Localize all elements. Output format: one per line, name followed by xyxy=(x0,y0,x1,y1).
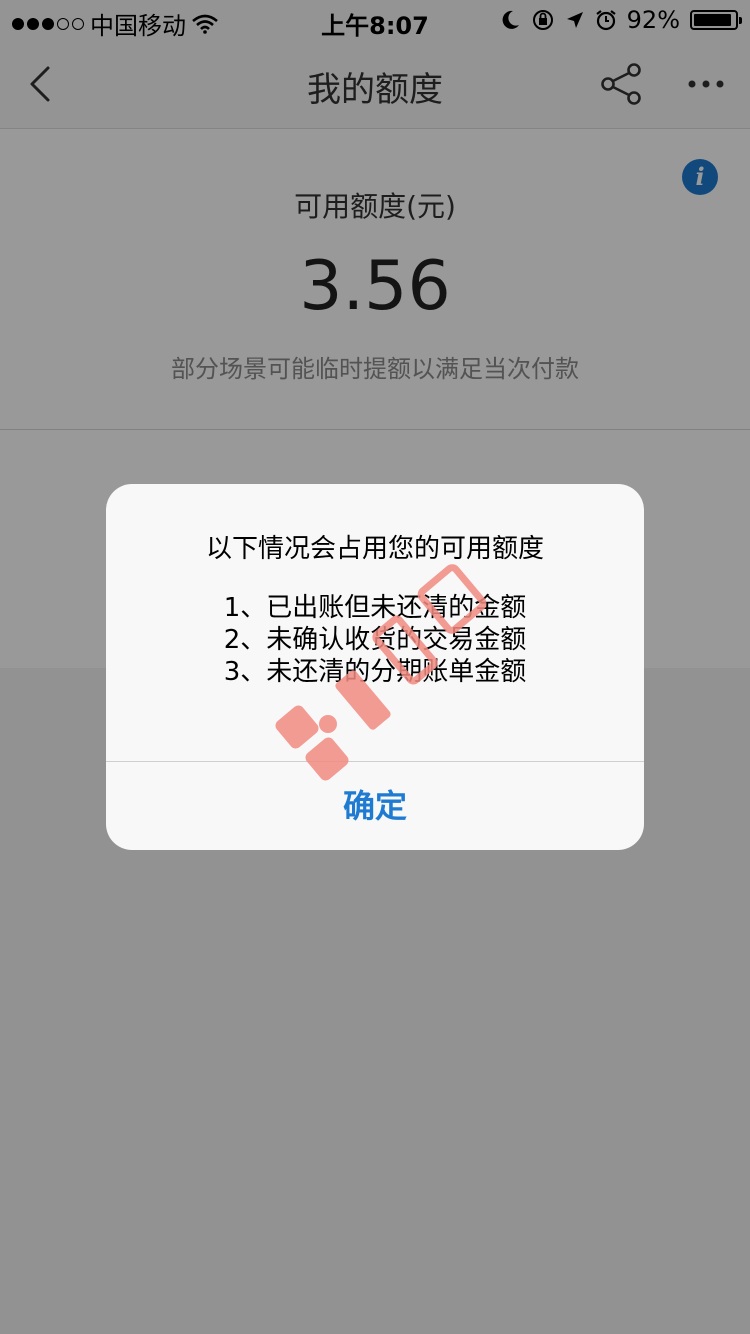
confirm-button[interactable]: 确定 xyxy=(106,762,644,850)
alert-dialog: 以下情况会占用您的可用额度 1、已出账但未还清的金额 2、未确认收货的交易金额 … xyxy=(106,484,644,850)
dialog-title: 以下情况会占用您的可用额度 xyxy=(205,534,544,564)
dialog-list: 1、已出账但未还清的金额 2、未确认收货的交易金额 3、未还清的分期账单金额 xyxy=(106,592,644,688)
list-item: 3、未还清的分期账单金额 xyxy=(223,657,527,687)
list-item: 2、未确认收货的交易金额 xyxy=(223,625,527,655)
list-item: 1、已出账但未还清的金额 xyxy=(223,593,527,623)
